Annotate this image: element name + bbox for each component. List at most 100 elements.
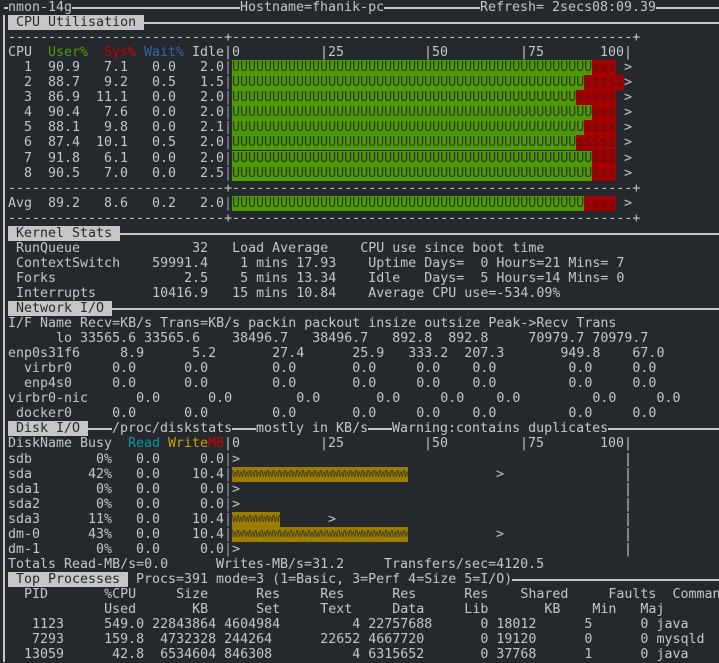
disk-row-dm-0-peak-marker: > (496, 526, 505, 542)
cpu-row-avg-idle: 2.0 (184, 195, 225, 211)
disk-scale-75: |75 (520, 436, 545, 452)
cpu-row-4-sys: 7.6 (88, 105, 129, 121)
cpu-row-6-overflow-marker: > (624, 135, 633, 151)
cpu-row-5-user-bar: UUUUUUUUUUUUUUUUUUUUUUUUUUUUUUUUUUUUUUUU… (232, 120, 585, 136)
disk-row-dm-1-bar-start: | (224, 541, 233, 557)
disk-row-sda-name: sda (8, 466, 33, 482)
section-divider (88, 428, 112, 431)
cpu-row-3-sys: 11.1 (88, 90, 129, 106)
disk-row-sda1-read: 0.0 (120, 481, 161, 497)
network-row: lo 33565.6 33565.6 38496.7 38496.7 892.8… (8, 331, 649, 347)
cpu-bottom-divider: ---------------------------+------------… (8, 210, 641, 226)
section-kernel-stats[interactable]: Kernel Stats (8, 225, 121, 241)
cpu-scale-divider: ---------------------------+------------… (8, 30, 641, 46)
cpu-row-2-user-bar: UUUUUUUUUUUUUUUUUUUUUUUUUUUUUUUUUUUUUUUU… (232, 75, 585, 91)
disk-row-dm-0-busy: 43% (72, 526, 113, 542)
disk-row-dm-1-write: 0.0 (176, 541, 225, 557)
disk-row-sda3-write-bar: WWWWWWWWW (232, 511, 280, 527)
cpu-row-1-overflow-marker: > (624, 60, 633, 76)
disk-row-sda3-name: sda3 (8, 511, 41, 527)
cpu-row-5-idle: 2.1 (184, 120, 225, 136)
cpu-row-3-overflow-marker: > (624, 90, 633, 106)
cpu-row-3-wait: 0.0 (136, 90, 177, 106)
section-network-io[interactable]: Network I/O (8, 301, 113, 316)
section-top-processes[interactable]: Top Processes (8, 571, 129, 587)
cpu-row-3-sys-bar: sssss (576, 90, 617, 106)
disk-row-sdb-bar-end: | (624, 451, 633, 467)
section-divider (512, 578, 719, 581)
scale-25: |25 (320, 45, 345, 61)
process-row[interactable]: 7293 159.8 4732328 244264 22652 4667720 … (8, 632, 704, 647)
section-divider (144, 22, 719, 25)
network-row: docker0 0.0 0.0 0.0 0.0 0.0 0.0 0.0 0.0 (8, 406, 657, 422)
disk-row-sda3-write: 10.4 (176, 511, 225, 527)
cpu-row-avg-bar-start: | (224, 195, 233, 211)
network-row: virbr0 0.0 0.0 0.0 0.0 0.0 0.0 0.0 0.0 (8, 361, 657, 377)
disk-row-dm-1-name: dm-1 (8, 541, 41, 557)
disk-totals-transfers: Transfers/sec=4120.5 (384, 556, 545, 572)
cpu-row-4-wait: 0.0 (136, 105, 177, 121)
cpu-row-5-bar-start: | (224, 120, 233, 136)
kernel-stats-line: RunQueue 32 Load Average CPU use since b… (16, 240, 545, 256)
kernel-stats-line: Interrupts 10416.9 15 mins 10.84 Average… (16, 285, 561, 301)
disk-row-dm-0-write: 10.4 (176, 526, 225, 542)
disk-row-sda-peak-marker: > (496, 466, 505, 482)
cpu-row-4-bar-start: | (224, 105, 233, 121)
process-row[interactable]: 1123 549.0 22843864 4604984 4 22757688 0… (8, 617, 688, 632)
section-divider (232, 428, 256, 431)
cpu-row-3-user: 86.9 (40, 90, 81, 106)
cpu-row-6-sys-bar: sssss (576, 135, 617, 151)
disk-totals-writes: Writes-MB/s=31.2 (216, 556, 345, 572)
cpu-row-7-sys: 6.1 (88, 150, 129, 166)
disk-warning: Warning:contains duplicates (392, 421, 609, 437)
cpu-row-8-overflow-marker: > (624, 165, 633, 181)
cpu-row-4-user: 90.4 (40, 105, 81, 121)
cpu-row-5-overflow-marker: > (624, 120, 633, 136)
cpu-row-4-idle: 2.0 (184, 105, 225, 121)
user-header: User% (48, 45, 89, 61)
disk-row-dm-0-bar-end: | (624, 526, 633, 542)
cpu-row-6-user: 87.4 (40, 135, 81, 151)
section-divider (608, 428, 719, 431)
cpu-row-6-wait: 0.5 (136, 135, 177, 151)
cpu-row-avg-sys: 8.6 (88, 195, 129, 211)
process-header-1: PID %CPU Size Res Res Res Res Shared Fau… (8, 586, 719, 602)
cpu-row-7-user-bar: UUUUUUUUUUUUUUUUUUUUUUUUUUUUUUUUUUUUUUUU… (232, 150, 593, 166)
process-row[interactable]: 13059 42.8 6534604 846308 4 6315652 0 37… (8, 647, 688, 662)
cpu-row-4-sys-bar: sss (592, 105, 617, 121)
cpu-row-8-user-bar: UUUUUUUUUUUUUUUUUUUUUUUUUUUUUUUUUUUUUUUU… (232, 165, 593, 181)
disk-row-sda-busy: 42% (72, 466, 113, 482)
disk-row-sda-write: 10.4 (176, 466, 225, 482)
disk-row-dm-1-read: 0.0 (120, 541, 161, 557)
disk-row-dm-0-read: 0.0 (120, 526, 161, 542)
cpu-row-8-sys-bar: sss (592, 165, 617, 181)
disk-row-sda3-peak-marker: > (328, 511, 337, 527)
disk-source: /proc/diskstats (112, 421, 233, 437)
disk-totals-read: Totals Read-MB/s=0.0 (8, 556, 169, 572)
cpu-row-7-id: 7 (8, 150, 33, 166)
disk-row-sda1-bar-end: | (624, 481, 633, 497)
disk-row-sda2-read: 0.0 (120, 496, 161, 512)
cpu-row-5-wait: 0.0 (136, 120, 177, 136)
disk-row-sdb-peak-marker: > (232, 451, 241, 467)
section-cpu-utilisation[interactable]: CPU Utilisation (8, 15, 145, 31)
disk-scale-50: |50 (424, 436, 449, 452)
disk-row-sda-bar-start: | (224, 466, 233, 482)
section-divider (368, 428, 392, 431)
disk-row-sda2-peak-marker: > (232, 496, 241, 512)
disk-row-sda2-write: 0.0 (176, 496, 225, 512)
disk-row-sda3-bar-end: | (624, 511, 633, 527)
disk-write-header: Write (168, 436, 209, 452)
cpu-row-6-id: 6 (8, 135, 33, 151)
nmon-terminal: nmon-14g Hostname=fhanik-pc Refresh= 2secs… (0, 0, 719, 663)
network-header: I/F Name Recv=KB/s Trans=KB/s packin pac… (8, 316, 617, 332)
cpu-row-3-idle: 2.0 (184, 90, 225, 106)
cpu-row-3-id: 3 (8, 90, 33, 106)
cpu-row-6-sys: 10.1 (88, 135, 129, 151)
cpu-header: CPU (8, 45, 33, 61)
disk-row-sda2-name: sda2 (8, 496, 41, 512)
section-disk-io[interactable]: Disk I/O (8, 421, 89, 437)
disk-row-sda3-bar-start: | (224, 511, 233, 527)
cpu-row-7-idle: 2.0 (184, 150, 225, 166)
cpu-row-7-overflow-marker: > (624, 150, 633, 166)
